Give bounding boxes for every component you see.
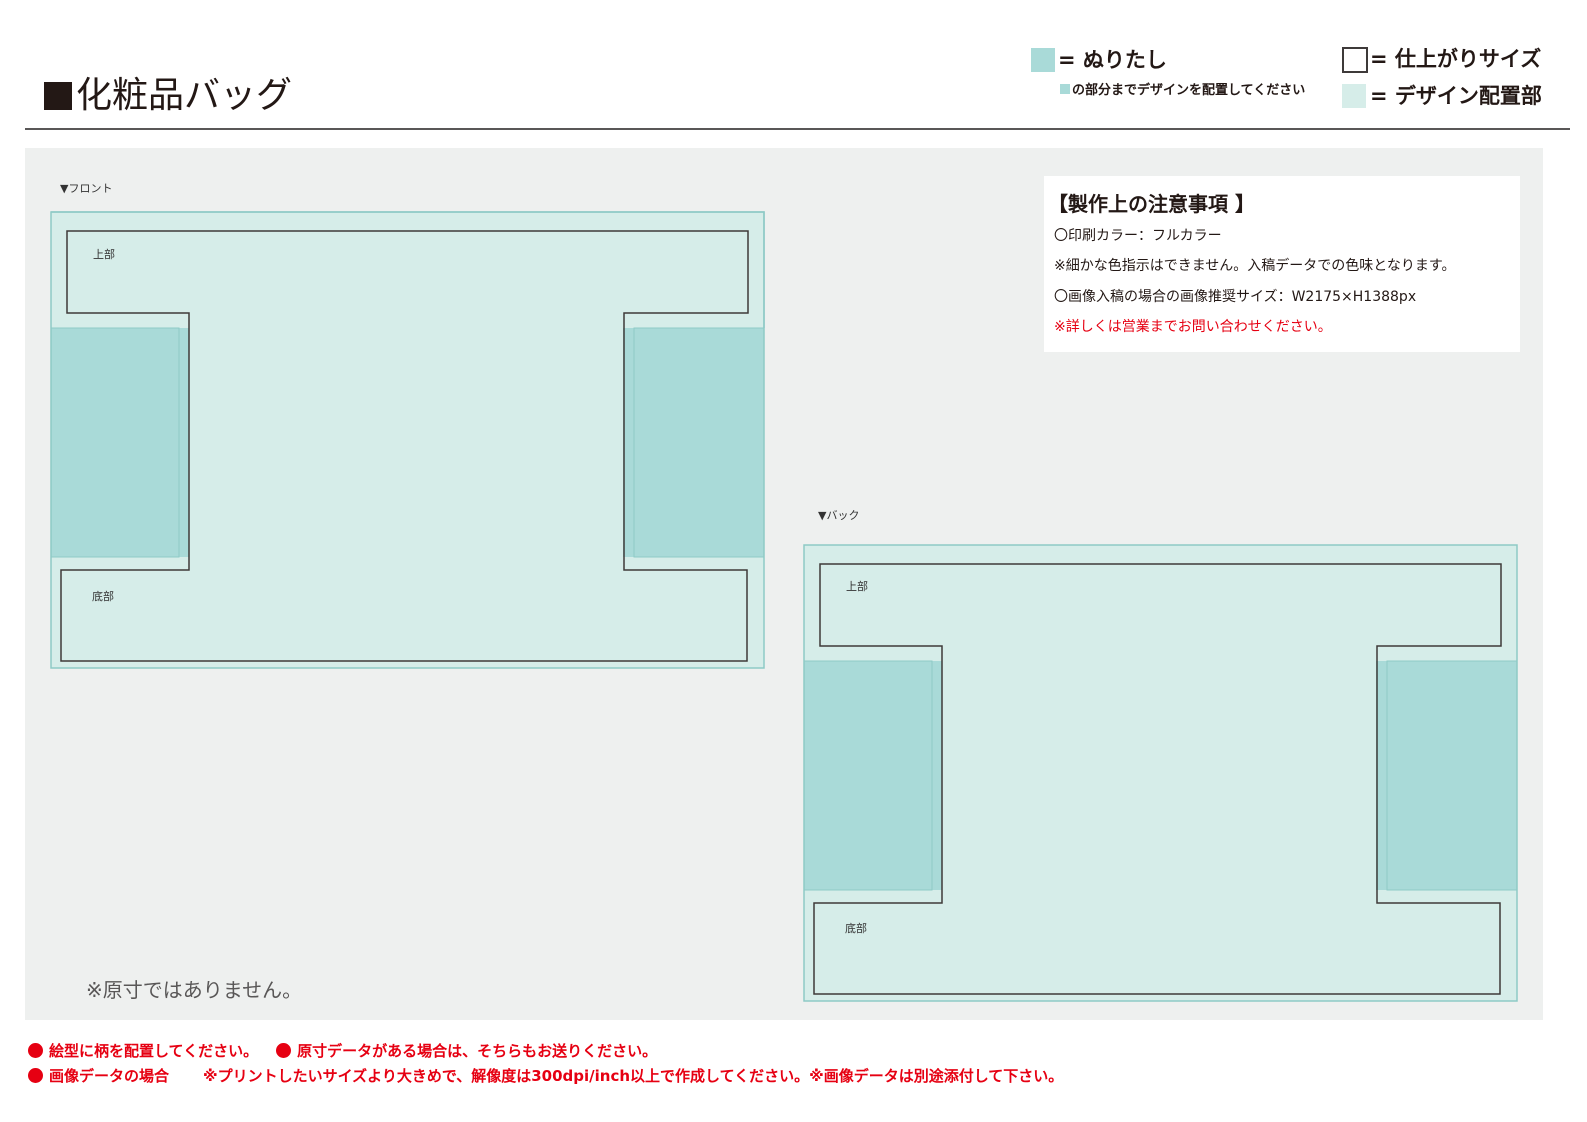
production-notes-heading: 【製作上の注意事項 】: [1048, 192, 1255, 216]
front-design-bottom: [51, 557, 764, 668]
not-to-scale-note: ※原寸ではありません。: [86, 978, 303, 1002]
front-bottom-label: 底部: [92, 590, 114, 603]
bleed-note-text: の部分までデザインを配置してください: [1072, 83, 1306, 98]
back-design-center: [942, 645, 1376, 903]
footer-instruction-1: 絵型に柄を配置してください。: [49, 1042, 259, 1060]
design-legend-label: = デザイン配置部: [1370, 84, 1542, 108]
bleed-legend-label: = ぬりたし: [1058, 48, 1167, 72]
page-title: 化粧品バッグ: [44, 72, 292, 120]
notes-line-color-instruction: ※細かな色指示はできません。入稿データでの色味となります。: [1054, 258, 1456, 274]
header-rule: [25, 128, 1570, 130]
front-design-top: [51, 212, 764, 328]
front-bag-pattern: [50, 211, 765, 669]
front-top-label: 上部: [93, 248, 115, 261]
bleed-swatch: [1031, 48, 1055, 72]
footer-line-2: 画像データの場合 ※プリントしたいサイズより大きめで、解像度は300dpi/inc…: [28, 1065, 1063, 1087]
footer-line-1: 絵型に柄を配置してください。 原寸データがある場合は、そちらもお送りください。: [28, 1040, 657, 1062]
bullet-dot-icon: [28, 1043, 43, 1058]
design-swatch: [1342, 84, 1366, 108]
notes-line-contact: ※詳しくは営業までお問い合わせください。: [1054, 319, 1332, 335]
bleed-mini-swatch: [1060, 84, 1070, 94]
notes-line-print-color: 〇印刷カラー：フルカラー: [1054, 228, 1222, 244]
back-panel-label: ▼バック: [818, 509, 860, 522]
bullet-dot-icon: [276, 1043, 292, 1058]
finish-swatch: [1342, 47, 1368, 73]
front-design-center: [189, 312, 623, 570]
footer-image-data-note: ※プリントしたいサイズより大きめで、解像度は300dpi/inch以上で作成して…: [203, 1067, 1064, 1085]
title-square-icon: [44, 82, 72, 110]
notes-line-image-size: 〇画像入稿の場合の画像推奨サイズ：W2175×H1388px: [1054, 289, 1417, 305]
front-panel-label: ▼フロント: [60, 182, 113, 195]
production-notes-box: 【製作上の注意事項 】 〇印刷カラー：フルカラー ※細かな色指示はできません。入…: [1044, 176, 1520, 352]
bleed-legend-note: の部分までデザインを配置してください: [1060, 82, 1305, 100]
page-title-text: 化粧品バッグ: [76, 75, 293, 116]
bullet-dot-icon: [28, 1068, 43, 1083]
finish-legend-label: = 仕上がりサイズ: [1370, 47, 1542, 71]
back-design-top: [804, 545, 1517, 661]
back-bag-pattern: [803, 544, 1518, 1002]
back-design-bottom: [804, 890, 1517, 1001]
back-top-label: 上部: [846, 580, 868, 593]
footer-instruction-2: 原寸データがある場合は、そちらもお送りください。: [297, 1042, 658, 1060]
footer-image-data-label: 画像データの場合: [49, 1067, 170, 1085]
back-bottom-label: 底部: [845, 922, 867, 935]
